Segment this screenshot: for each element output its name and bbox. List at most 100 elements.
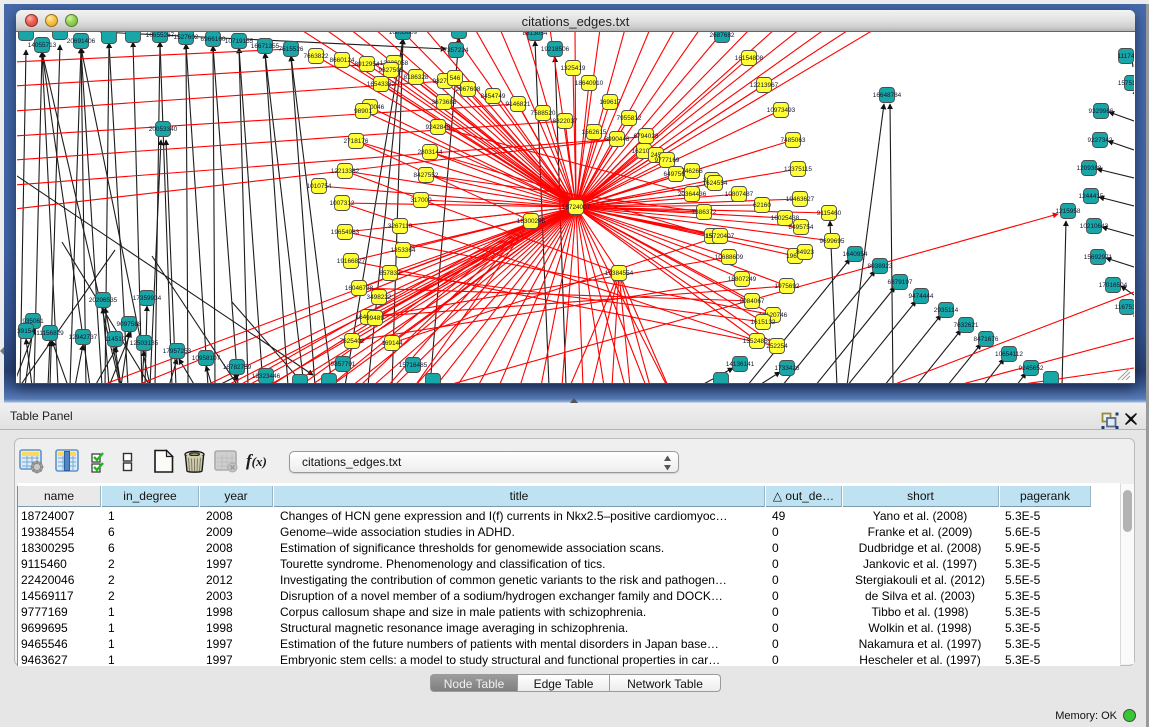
svg-text:7955812: 7955812: [617, 115, 642, 122]
svg-text:2935114: 2935114: [934, 307, 959, 314]
svg-text:8471676: 8471676: [974, 336, 999, 343]
svg-text:14055713: 14055713: [28, 42, 57, 49]
svg-text:6794028: 6794028: [634, 133, 659, 140]
svg-text:3498222: 3498222: [367, 294, 392, 301]
svg-text:7485063: 7485063: [781, 137, 806, 144]
svg-text:6966160: 6966160: [201, 36, 226, 43]
svg-text:12213382: 12213382: [331, 168, 360, 175]
svg-text:7515526: 7515526: [279, 46, 304, 53]
svg-text:252254: 252254: [766, 343, 788, 350]
svg-text:20206535: 20206535: [89, 297, 118, 304]
svg-text:8495754: 8495754: [789, 224, 814, 231]
svg-text:16648784: 16648784: [873, 92, 902, 99]
svg-text:8186328: 8186328: [404, 74, 429, 81]
svg-text:1640954: 1640954: [843, 251, 868, 258]
svg-text:8990448: 8990448: [605, 136, 630, 143]
svg-text:7625402: 7625402: [340, 338, 365, 345]
svg-text:9857791: 9857791: [331, 361, 356, 368]
svg-text:8427552: 8427552: [414, 172, 439, 179]
svg-text:18300295: 18300295: [517, 218, 546, 225]
svg-text:1215958: 1215958: [1056, 208, 1081, 215]
svg-text:12375115: 12375115: [784, 166, 812, 173]
svg-text:1733426: 1733426: [775, 365, 800, 372]
svg-text:14136141: 14136141: [726, 361, 755, 368]
svg-text:20364436: 20364436: [678, 191, 707, 198]
svg-text:19463627: 19463627: [786, 196, 815, 203]
svg-text:9474444: 9474444: [909, 293, 934, 300]
svg-text:746266: 746266: [681, 168, 703, 175]
svg-text:10654112: 10654112: [995, 351, 1023, 358]
svg-text:169617: 169617: [599, 99, 621, 106]
svg-text:16033809: 16033809: [389, 32, 418, 36]
svg-text:1209388: 1209388: [1077, 165, 1102, 172]
svg-text:12213967: 12213967: [750, 82, 779, 89]
svg-text:9227342: 9227342: [1088, 137, 1113, 144]
svg-text:15751074: 15751074: [1118, 80, 1134, 87]
svg-text:7357224: 7357224: [444, 47, 469, 54]
svg-text:62160: 62160: [753, 202, 771, 209]
svg-text:98901: 98901: [354, 108, 372, 115]
svg-text:19218506: 19218506: [541, 46, 570, 53]
svg-text:19166827: 19166827: [337, 258, 366, 265]
svg-text:17957253: 17957253: [163, 348, 192, 355]
svg-text:10688609: 10688609: [715, 254, 744, 261]
svg-text:12323446: 12323446: [252, 373, 281, 380]
svg-text:16543382: 16543382: [367, 81, 396, 88]
svg-text:1353364: 1353364: [391, 247, 416, 254]
svg-text:10807487: 10807487: [725, 191, 754, 198]
svg-text:8938923: 8938923: [868, 263, 893, 270]
svg-text:1325419: 1325419: [561, 65, 586, 72]
svg-text:10973493: 10973493: [767, 107, 796, 114]
svg-text:9084067: 9084067: [740, 298, 765, 305]
svg-text:2687682: 2687682: [710, 32, 735, 39]
svg-text:2718176: 2718176: [344, 138, 369, 145]
svg-text:6879197: 6879197: [888, 279, 913, 286]
svg-text:114519: 114519: [105, 336, 126, 343]
svg-text:11174: 11174: [1118, 53, 1134, 60]
svg-text:1010754: 1010754: [307, 183, 332, 190]
svg-text:18807249: 18807249: [728, 276, 757, 283]
svg-text:16782759: 16782759: [223, 364, 252, 371]
svg-text:7663822: 7663822: [304, 53, 329, 60]
svg-text:9242848: 9242848: [426, 124, 451, 131]
svg-text:8813054: 8813054: [523, 32, 548, 37]
svg-text:17016504: 17016504: [1099, 282, 1128, 289]
svg-text:546: 546: [450, 75, 461, 82]
svg-text:7386372: 7386372: [692, 209, 717, 216]
svg-text:1007312: 1007312: [330, 200, 355, 207]
svg-text:3673685: 3673685: [432, 99, 457, 106]
svg-text:11156829: 11156829: [36, 330, 64, 337]
svg-text:9146821: 9146821: [506, 101, 531, 108]
svg-text:1624554: 1624554: [703, 180, 728, 187]
svg-text:18724007: 18724007: [562, 204, 591, 211]
svg-text:15716485: 15716485: [399, 362, 428, 369]
svg-text:20053340: 20053340: [149, 126, 178, 133]
svg-text:1562615: 1562615: [582, 129, 607, 136]
svg-text:16671355: 16671355: [251, 43, 280, 50]
svg-text:1244415: 1244415: [1079, 193, 1104, 200]
svg-text:9097588: 9097588: [117, 321, 142, 328]
svg-text:2803144: 2803144: [418, 149, 443, 156]
svg-text:19384554: 19384554: [605, 270, 634, 277]
svg-text:9245652: 9245652: [1019, 365, 1044, 372]
svg-text:10210643: 10210643: [1080, 223, 1109, 230]
svg-text:10719155: 10719155: [225, 38, 254, 45]
svg-text:10655267: 10655267: [146, 32, 175, 39]
svg-text:857833: 857833: [379, 270, 401, 277]
svg-text:20691406: 20691406: [67, 38, 96, 45]
svg-text:9699695: 9699695: [820, 238, 845, 245]
svg-text:169144: 169144: [381, 340, 403, 347]
svg-text:12503135: 12503135: [130, 340, 159, 347]
svg-text:2967608: 2967608: [456, 86, 481, 93]
svg-text:99489: 99489: [366, 315, 384, 322]
svg-text:317000: 317000: [410, 197, 432, 204]
svg-text:7588520: 7588520: [531, 110, 556, 117]
svg-text:84923: 84923: [796, 249, 814, 256]
svg-text:1975692: 1975692: [775, 283, 800, 290]
svg-text:18640910: 18640910: [575, 80, 604, 87]
svg-text:39154: 39154: [17, 328, 35, 335]
svg-text:15692971: 15692971: [1084, 254, 1113, 261]
svg-text:17359934: 17359934: [133, 295, 162, 302]
svg-text:19654983: 19654983: [331, 229, 360, 236]
svg-text:8454749: 8454749: [481, 93, 506, 100]
